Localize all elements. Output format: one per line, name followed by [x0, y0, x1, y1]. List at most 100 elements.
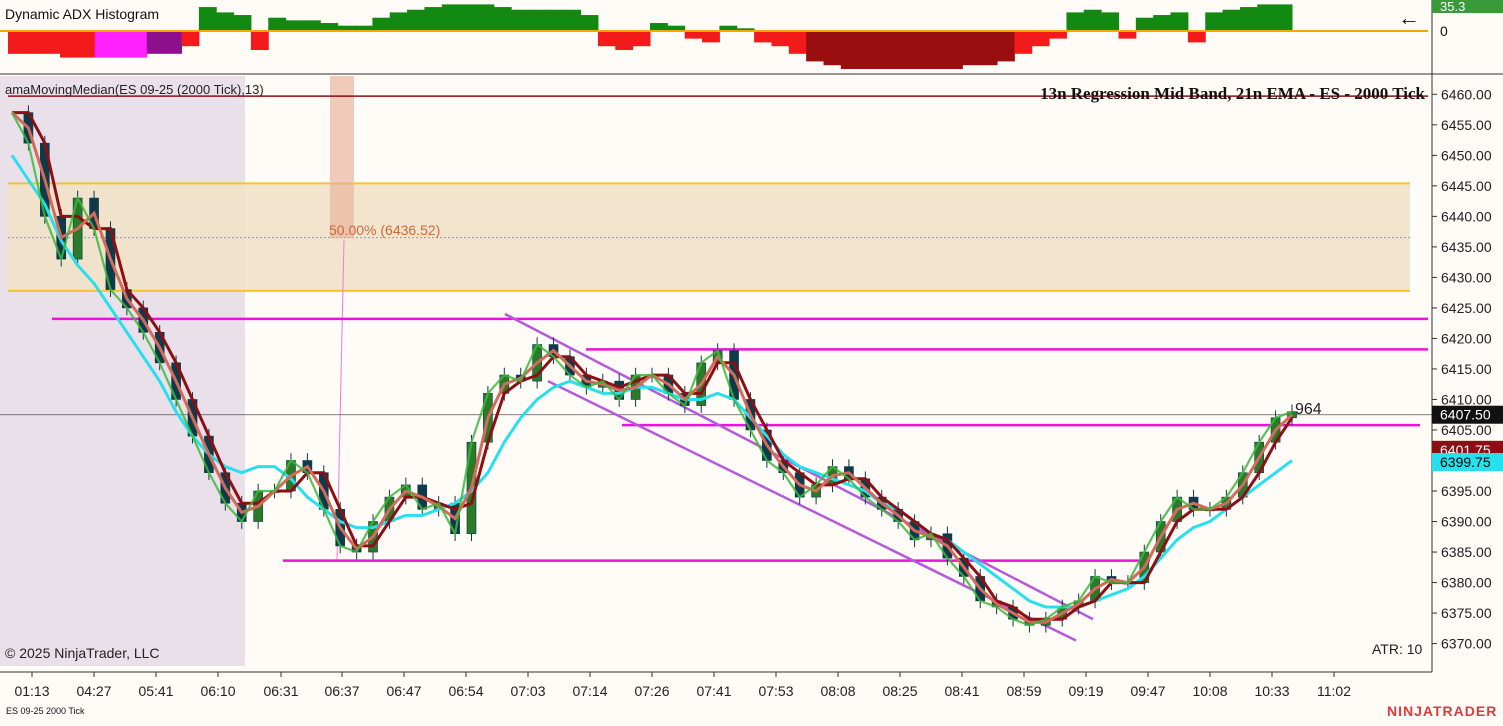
- price-badge-label: 6399.75: [1440, 454, 1491, 470]
- x-tick-label: 08:08: [820, 683, 855, 699]
- adx-bar: [650, 23, 668, 31]
- x-tick-label: 10:08: [1192, 683, 1227, 699]
- adx-bar: [1274, 4, 1293, 32]
- x-tick-label: 08:41: [944, 683, 979, 699]
- x-tick-label: 07:41: [696, 683, 731, 699]
- x-tick-label: 07:03: [510, 683, 545, 699]
- adx-bar: [94, 31, 113, 58]
- y-tick-label: 6450.00: [1441, 147, 1492, 163]
- adx-bar: [164, 31, 183, 54]
- adx-bar: [788, 31, 807, 54]
- x-tick-label: 06:54: [448, 683, 483, 699]
- x-tick-label: 07:53: [758, 683, 793, 699]
- session-shade: [0, 76, 245, 666]
- adx-bar: [806, 31, 825, 62]
- y-tick-label: 6375.00: [1441, 605, 1492, 621]
- price-badge-label: 6407.50: [1440, 407, 1491, 423]
- adx-bar: [997, 31, 1015, 62]
- adx-bar: [1239, 7, 1258, 32]
- adx-bar: [441, 4, 460, 32]
- adx-value-label: 35.3: [1440, 0, 1465, 14]
- adx-bar: [8, 31, 26, 54]
- adx-bar: [60, 31, 78, 58]
- adx-bar: [840, 31, 859, 69]
- adx-bar: [233, 15, 252, 31]
- x-tick-label: 11:02: [1317, 683, 1351, 699]
- ninjatrader-logo: NINJATRADER: [1387, 703, 1498, 719]
- y-tick-label: 6440.00: [1441, 208, 1492, 224]
- x-tick-label: 04:27: [76, 683, 111, 699]
- adx-bar: [1049, 31, 1067, 39]
- adx-bar: [962, 31, 981, 66]
- adx-bar: [597, 31, 616, 47]
- x-tick-label: 06:31: [263, 683, 298, 699]
- x-tick-label: 06:10: [200, 683, 235, 699]
- adx-bar: [979, 31, 998, 66]
- adx-bar: [407, 9, 425, 31]
- copyright-label: © 2025 NinjaTrader, LLC: [5, 645, 160, 661]
- y-tick-label: 6455.00: [1441, 117, 1492, 133]
- adx-bar: [944, 31, 963, 69]
- adx-bar: [1083, 9, 1102, 31]
- x-tick-label: 08:59: [1006, 683, 1041, 699]
- adx-bar: [459, 4, 477, 32]
- adx-bar: [424, 7, 443, 32]
- x-tick-label: 10:33: [1254, 683, 1289, 699]
- x-tick-label: 07:14: [572, 683, 607, 699]
- adx-bar: [1222, 9, 1241, 31]
- adx-bar: [198, 7, 217, 32]
- adx-bar: [1187, 31, 1206, 43]
- back-arrow-icon[interactable]: ←: [1398, 5, 1420, 31]
- x-tick-label: 06:37: [324, 683, 359, 699]
- chart-canvas[interactable]: 0 35.3 6370.00 6375.00 6380.00 6385.00 6390.00…: [0, 0, 1503, 721]
- adx-bar: [285, 20, 304, 31]
- y-tick-label: 6425.00: [1441, 300, 1492, 316]
- adx-bar: [77, 31, 96, 58]
- y-tick-label: 6380.00: [1441, 575, 1492, 591]
- adx-bar: [511, 9, 530, 31]
- x-tick-label: 06:47: [386, 683, 421, 699]
- adx-bar: [1066, 12, 1085, 31]
- y-tick-label: 6445.00: [1441, 178, 1492, 194]
- adx-bar: [580, 15, 599, 31]
- adx-bar: [875, 31, 894, 69]
- adx-zero-tick: 0: [1440, 23, 1448, 39]
- adx-bar: [927, 31, 946, 69]
- y-tick-label: 6370.00: [1441, 636, 1492, 652]
- fib-bar: [330, 76, 354, 239]
- series-tag: ES 09-25 2000 Tick: [6, 706, 85, 716]
- adx-bar: [1101, 12, 1119, 31]
- adx-bar: [372, 17, 391, 31]
- adx-bar: [823, 31, 842, 66]
- y-tick-label: 6395.00: [1441, 483, 1492, 499]
- adx-bar: [181, 31, 200, 47]
- adx-bar: [476, 4, 495, 32]
- adx-bar: [615, 31, 634, 50]
- y-tick-label: 6405.00: [1441, 422, 1492, 438]
- y-tick-label: 6435.00: [1441, 239, 1492, 255]
- y-tick-label: 6385.00: [1441, 544, 1492, 560]
- y-tick-label: 6390.00: [1441, 514, 1492, 530]
- adx-bar: [858, 31, 877, 69]
- adx-bar: [129, 31, 148, 58]
- adx-bar: [146, 31, 165, 54]
- adx-bar: [25, 31, 44, 54]
- x-tick-label: 05:41: [138, 683, 173, 699]
- chart-title: 13n Regression Mid Band, 21n EMA - ES - …: [1040, 84, 1425, 103]
- fib-retracement-label: 50.00% (6436.52): [329, 222, 441, 238]
- adx-bar: [1118, 31, 1137, 39]
- indicator-label: amaMovingMedian(ES 09-25 (2000 Tick),13): [5, 82, 264, 97]
- adx-bar: [528, 9, 547, 31]
- adx-bar: [1135, 17, 1154, 31]
- adx-bar: [1014, 31, 1033, 54]
- y-tick-label: 6460.00: [1441, 86, 1492, 102]
- adx-bar: [493, 7, 512, 32]
- adx-bar: [1257, 4, 1276, 32]
- adx-bar: [216, 12, 235, 31]
- adx-bar: [545, 9, 564, 31]
- adx-bar: [684, 31, 703, 39]
- x-tick-label: 09:19: [1068, 683, 1103, 699]
- indicator-panel-title: Dynamic ADX Histogram: [5, 6, 160, 22]
- adx-bar: [563, 9, 582, 31]
- session-shade-layer: [0, 76, 245, 666]
